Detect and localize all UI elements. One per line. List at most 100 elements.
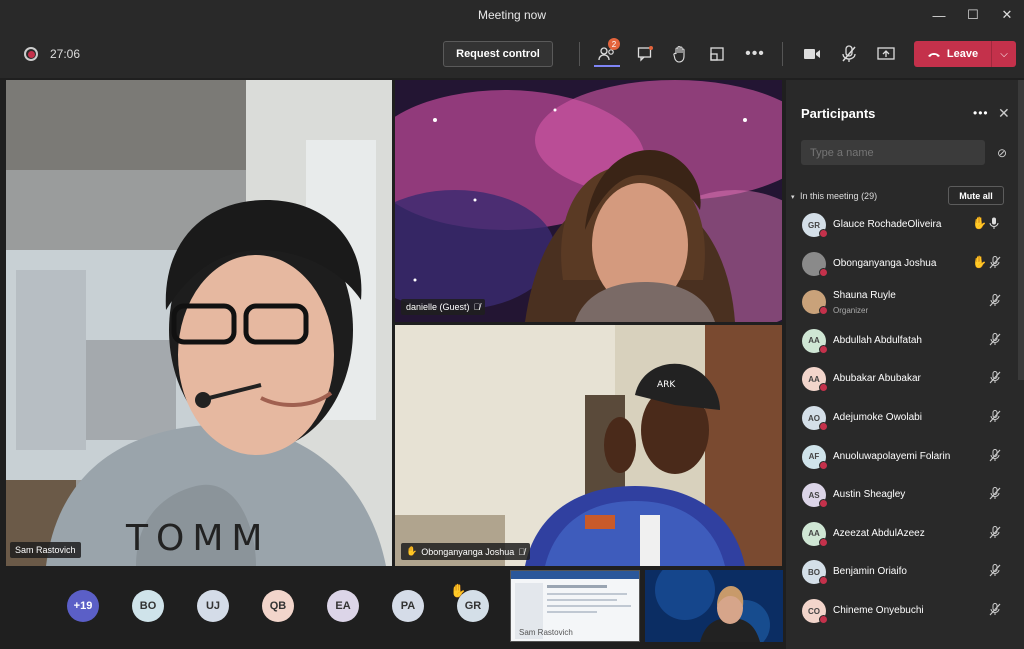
avatar-initials: AA xyxy=(808,374,820,384)
microphone-muted-icon[interactable] xyxy=(989,564,1001,580)
leave-button[interactable]: Leave ⌵ xyxy=(914,41,1016,67)
raise-hand-icon[interactable] xyxy=(669,43,691,65)
presence-indicator xyxy=(819,460,828,470)
camera-icon[interactable] xyxy=(801,43,823,65)
participant-name: Glauce RochadeOliveira xyxy=(833,219,942,230)
chevron-down-icon: ▾ xyxy=(791,194,795,201)
microphone-muted-icon[interactable] xyxy=(989,294,1001,310)
participant-avatar: CO xyxy=(802,599,828,624)
avatar-initials: AA xyxy=(808,336,820,346)
microphone-muted-icon[interactable] xyxy=(989,332,1001,349)
participant-row[interactable]: Obonganyanga Joshua ✋ xyxy=(786,245,1024,283)
participant-name: Abubakar Abubakar xyxy=(833,373,921,385)
participant-avatar xyxy=(802,251,828,277)
svg-text:TOMM: TOMM xyxy=(125,518,270,559)
window-controls: — ☐ ✕ xyxy=(922,0,1024,30)
video-tile-main[interactable]: TOMM Sam Rastovich xyxy=(6,80,392,566)
panel-more-icon[interactable]: ••• xyxy=(973,106,989,120)
microphone-muted-icon[interactable] xyxy=(989,371,1001,387)
participant-avatar: BO xyxy=(802,560,828,586)
raised-hand-icon: ✋ xyxy=(450,583,467,598)
participant-avatar: AF xyxy=(802,444,828,470)
participant-name: Abdullah Abdulfatah xyxy=(833,334,922,346)
participant-avatar[interactable]: PA xyxy=(392,590,424,622)
video-name-label: ✋ Obonganyanga Joshua 🎙̸ xyxy=(401,543,531,560)
participant-row[interactable]: AS Austin Sheagley xyxy=(786,476,1024,514)
section-label: In this meeting (29) xyxy=(800,191,878,201)
screen-share-thumbnail[interactable]: Sam Rastovich xyxy=(510,570,640,642)
participant-row[interactable]: BO Benjamin Oriaifo xyxy=(786,553,1024,591)
video-thumbnail-shauna[interactable] xyxy=(645,570,783,642)
avatar-initials: AS xyxy=(808,490,820,500)
participant-avatar: AS xyxy=(802,483,828,509)
more-participants-button[interactable]: +19 xyxy=(67,590,99,622)
room-view-icon[interactable] xyxy=(706,43,728,65)
share-invite-icon[interactable]: ⊘ xyxy=(997,146,1007,160)
microphone-muted-icon[interactable] xyxy=(989,448,1001,465)
leave-dropdown[interactable]: ⌵ xyxy=(992,49,1016,60)
participant-avatar[interactable]: UJ xyxy=(197,590,229,622)
maximize-icon[interactable]: ☐ xyxy=(956,0,990,30)
microphone-muted-icon[interactable] xyxy=(989,525,1001,542)
microphone-muted-icon[interactable] xyxy=(989,255,1001,272)
participant-avatar[interactable]: BO xyxy=(132,590,164,622)
close-icon[interactable]: ✕ xyxy=(990,0,1024,30)
more-options-icon[interactable]: ••• xyxy=(744,43,766,65)
participant-row[interactable]: Shauna Ruyle Organizer xyxy=(786,283,1024,321)
participant-row[interactable]: AF Anuoluwapolayemi Folarin xyxy=(786,438,1024,476)
toolbar-divider xyxy=(782,42,783,66)
presence-indicator xyxy=(819,537,828,547)
microphone-muted-icon[interactable] xyxy=(989,410,1001,426)
presence-indicator xyxy=(819,267,828,277)
participants-icon[interactable]: 2 xyxy=(594,38,620,67)
presence-indicator xyxy=(819,615,828,624)
participant-avatar: AA xyxy=(802,367,828,393)
participant-name: danielle (Guest) xyxy=(406,302,470,312)
minimize-icon[interactable]: — xyxy=(922,0,956,30)
chevron-down-icon: ⌵ xyxy=(1000,48,1008,60)
participant-avatar xyxy=(802,290,828,316)
thumbnail-name: Sam Rastovich xyxy=(519,628,573,637)
presence-indicator xyxy=(819,306,828,316)
request-control-button[interactable]: Request control xyxy=(443,41,553,67)
mute-all-button[interactable]: Mute all xyxy=(948,186,1004,205)
participant-row[interactable]: AA Azeezat AbdulAzeez xyxy=(786,515,1024,553)
presence-indicator xyxy=(819,344,828,354)
chat-icon[interactable] xyxy=(634,43,656,65)
microphone-muted-icon[interactable] xyxy=(838,43,860,65)
microphone-muted-icon[interactable] xyxy=(989,603,1001,619)
leave-main[interactable]: Leave xyxy=(914,41,992,67)
meeting-timer: 27:06 xyxy=(50,47,81,61)
participant-search-input[interactable] xyxy=(801,140,985,165)
participant-avatar[interactable]: QB xyxy=(262,590,294,622)
participant-name: Obonganyanga Joshua xyxy=(421,546,515,557)
participant-row[interactable]: CO Chinemе Onyebuchi xyxy=(786,592,1024,630)
avatar-initials: AO xyxy=(808,413,820,423)
participant-name: Shauna Ruyle xyxy=(833,290,896,302)
raised-hand-icon: ✋ xyxy=(972,216,987,230)
participant-row[interactable]: AA Abubakar Abubakar xyxy=(786,360,1024,398)
microphone-muted-icon[interactable] xyxy=(989,487,1001,503)
participant-row[interactable]: AO Adejumoke Owolabi xyxy=(786,399,1024,437)
share-screen-icon[interactable] xyxy=(875,43,897,65)
video-tile-obonganyanga[interactable]: ARK ✋ Obonganyanga Joshua 🎙̸ xyxy=(395,325,782,566)
mic-muted-icon: 🎙̸ xyxy=(473,302,481,312)
microphone-icon[interactable] xyxy=(989,217,999,233)
participant-row[interactable]: GR Glauce RochadeOliveira ✋ xyxy=(786,206,1024,244)
phone-icon xyxy=(927,53,940,57)
panel-title: Participants xyxy=(801,106,876,121)
participant-row[interactable]: AA Abdullah Abdulfatah xyxy=(786,322,1024,360)
presence-indicator xyxy=(819,499,828,509)
close-panel-icon[interactable]: ✕ xyxy=(998,105,1010,122)
raised-hand-icon: ✋ xyxy=(406,546,418,556)
participant-avatar: AA xyxy=(802,328,828,354)
participant-name: Azeezat AbdulAzeez xyxy=(833,527,925,539)
raised-hand-icon: ✋ xyxy=(972,254,987,269)
video-name-label: danielle (Guest) 🎙̸ xyxy=(401,299,486,315)
participant-avatar[interactable]: EA xyxy=(327,590,359,622)
section-header[interactable]: ▾ In this meeting (29) xyxy=(791,191,877,201)
meeting-toolbar: 27:06 Request control 2 ••• Leave ⌵ xyxy=(0,30,1024,78)
video-tile-danielle[interactable]: danielle (Guest) 🎙̸ xyxy=(395,80,782,322)
toolbar-divider xyxy=(579,42,580,66)
participants-panel: Participants ••• ✕ ⊘ ▾ In this meeting (… xyxy=(786,80,1024,649)
